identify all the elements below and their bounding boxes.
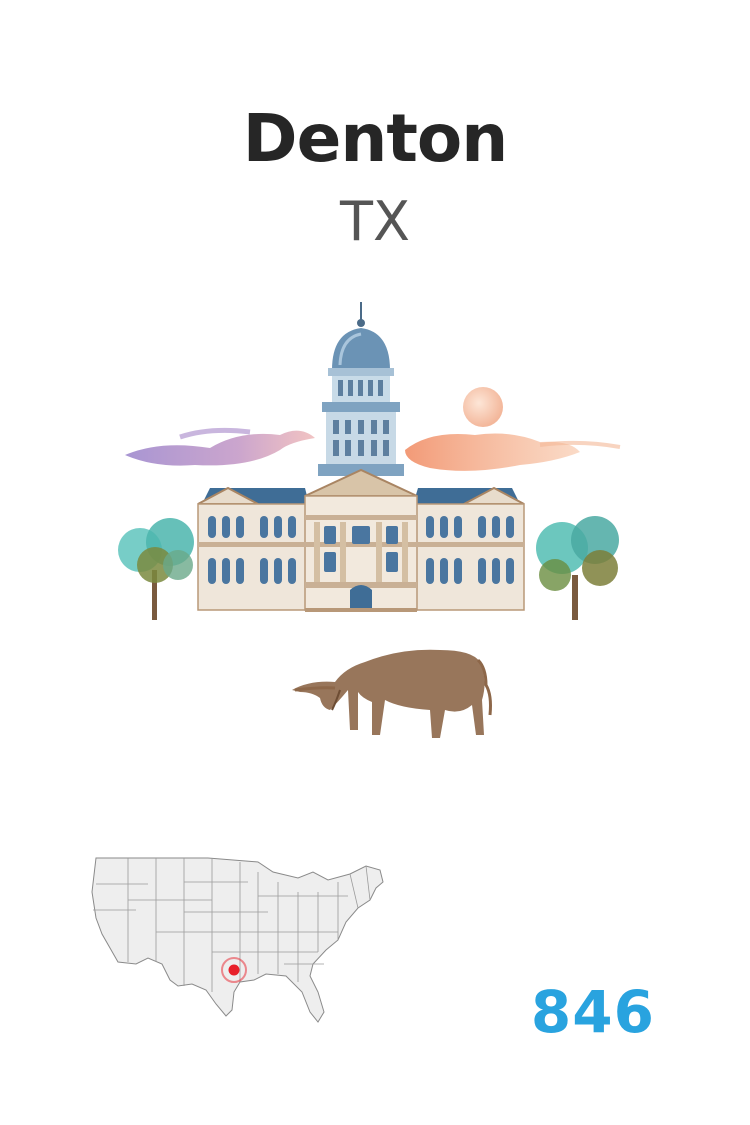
sun-illustration (463, 387, 503, 427)
tree-illustration-left (118, 518, 194, 620)
city-name: Denton (242, 100, 508, 177)
city-rank-number: 846 (530, 978, 655, 1046)
state-code: TX (340, 190, 410, 253)
us-outline (91, 857, 384, 1023)
courthouse-body (197, 468, 525, 612)
orange-cloud-illustration (405, 433, 621, 471)
us-map (91, 857, 384, 1023)
purple-cloud-illustration (125, 427, 315, 466)
location-marker (228, 964, 240, 976)
tree-illustration-right (536, 516, 619, 620)
courthouse-dome (318, 302, 404, 476)
longhorn-illustration (292, 649, 492, 738)
courthouse-illustration (118, 302, 621, 738)
